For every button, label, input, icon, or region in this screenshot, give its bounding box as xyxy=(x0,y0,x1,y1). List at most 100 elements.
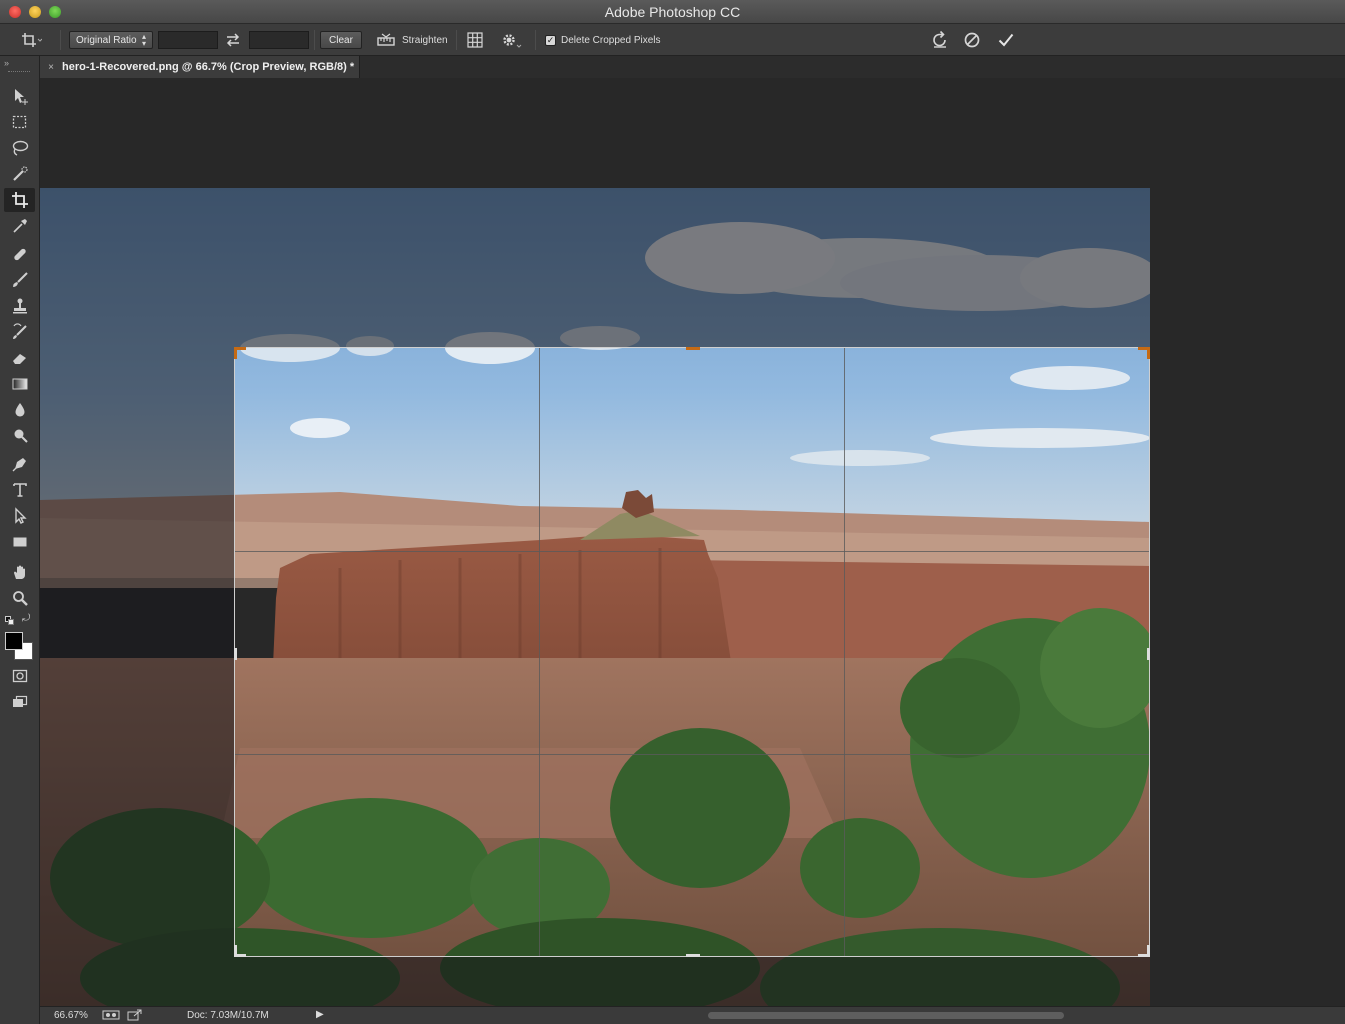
pen-tool[interactable] xyxy=(4,452,35,476)
straighten-icon xyxy=(377,33,395,46)
document-tab[interactable]: × hero-1-Recovered.png @ 66.7% (Crop Pre… xyxy=(40,56,360,78)
delete-cropped-pixels-checkbox[interactable]: ✓ Delete Cropped Pixels xyxy=(545,30,661,50)
crop-grid-line xyxy=(844,348,845,956)
width-field[interactable] xyxy=(158,31,218,49)
type-tool[interactable] xyxy=(4,478,35,502)
document-tab-bar: × hero-1-Recovered.png @ 66.7% (Crop Pre… xyxy=(40,56,1345,78)
brush-tool[interactable] xyxy=(4,268,35,292)
dodge-tool[interactable] xyxy=(4,424,35,448)
reset-crop-button[interactable] xyxy=(930,30,950,50)
crop-handle-top-left[interactable] xyxy=(234,347,237,359)
share-icon[interactable] xyxy=(126,1009,144,1021)
rectangle-tool[interactable] xyxy=(4,530,35,554)
document-tab-title: hero-1-Recovered.png @ 66.7% (Crop Previ… xyxy=(62,61,355,73)
cancel-crop-button[interactable] xyxy=(962,30,982,50)
crop-handle-top-right[interactable] xyxy=(1147,347,1150,359)
zoom-tool-icon xyxy=(12,591,28,606)
quick-mask-icon xyxy=(12,669,27,683)
crop-grid-line xyxy=(539,348,540,956)
document-image[interactable] xyxy=(40,188,1150,1006)
swap-dimensions-button[interactable] xyxy=(224,30,242,50)
foreground-color-swatch[interactable] xyxy=(5,632,23,650)
zoom-level[interactable]: 66.67% xyxy=(54,1010,88,1021)
close-tab-icon[interactable]: × xyxy=(40,62,62,73)
eraser-tool[interactable] xyxy=(4,346,35,370)
crop-tool[interactable] xyxy=(4,188,35,212)
eyedropper-tool[interactable] xyxy=(4,214,35,238)
gradient-tool-icon xyxy=(12,378,27,390)
blur-tool[interactable] xyxy=(4,398,35,422)
crop-shield-bottom xyxy=(40,957,1150,1006)
panel-grip[interactable] xyxy=(8,71,30,73)
collapse-panel-icon[interactable]: » xyxy=(4,58,9,68)
options-bar: Original Ratio ▴ ▾ Clear Straighten ✓ Del… xyxy=(0,24,1345,56)
gradient-tool[interactable] xyxy=(4,372,35,396)
pen-tool-icon xyxy=(12,458,26,472)
crop-shield-top xyxy=(40,188,1150,347)
eyedropper-tool-icon xyxy=(12,219,27,233)
history-brush-tool-icon xyxy=(12,323,27,339)
clear-button[interactable]: Clear xyxy=(320,31,362,49)
zoom-tool[interactable] xyxy=(4,586,35,610)
commit-crop-button[interactable] xyxy=(996,30,1016,50)
crop-settings-button[interactable] xyxy=(500,30,522,50)
crop-handle-right[interactable] xyxy=(1147,648,1150,660)
height-field[interactable] xyxy=(249,31,309,49)
crop-tool-icon xyxy=(22,33,42,47)
clone-stamp-tool[interactable] xyxy=(4,294,35,318)
crop-handle-bottom[interactable] xyxy=(686,954,700,957)
screen-mode-tool[interactable] xyxy=(4,690,35,714)
document-size-info: Doc: 7.03M/10.7M xyxy=(187,1010,269,1021)
brush-tool-icon xyxy=(12,272,28,287)
crop-tool-icon xyxy=(11,192,28,208)
path-selection-tool[interactable] xyxy=(4,504,35,528)
move-tool-icon xyxy=(14,89,28,105)
blur-tool-icon xyxy=(15,403,24,417)
quick-selection-tool[interactable] xyxy=(4,162,35,186)
title-bar: Adobe Photoshop CC xyxy=(0,0,1345,24)
crop-box[interactable] xyxy=(234,347,1150,957)
healing-brush-tool[interactable] xyxy=(4,242,35,266)
swap-icon xyxy=(226,33,240,47)
commit-check-icon xyxy=(998,33,1014,47)
gear-icon xyxy=(503,34,522,48)
rectangle-tool-icon xyxy=(13,537,26,547)
screen-mode-icon xyxy=(12,695,27,707)
horizontal-scrollbar[interactable] xyxy=(708,1012,1064,1019)
crop-shield-left xyxy=(40,347,234,957)
crop-handle-top[interactable] xyxy=(686,347,700,350)
crop-handle-bottom-left[interactable] xyxy=(234,945,237,957)
crop-grid-line xyxy=(235,754,1149,755)
updown-icon: ▴ ▾ xyxy=(141,32,146,48)
app-title: Adobe Photoshop CC xyxy=(604,4,741,20)
default-colors-icon[interactable] xyxy=(5,616,15,626)
overlay-grid-icon xyxy=(467,32,483,48)
swap-colors-icon[interactable]: ⤾ xyxy=(22,613,30,624)
lasso-tool-icon xyxy=(12,140,28,156)
type-tool-icon xyxy=(12,483,27,497)
clone-stamp-tool-icon xyxy=(12,298,27,314)
crop-handle-bottom-right[interactable] xyxy=(1147,945,1150,957)
crop-handle-left[interactable] xyxy=(234,648,237,660)
document-profile-icon[interactable] xyxy=(102,1009,120,1021)
status-bar: 66.67% Doc: 7.03M/10.7M ▶ xyxy=(40,1006,1345,1024)
move-tool[interactable] xyxy=(4,84,35,108)
status-menu-arrow-icon[interactable]: ▶ xyxy=(316,1009,324,1020)
quick-mask-tool[interactable] xyxy=(4,664,35,688)
ratio-select-value: Original Ratio xyxy=(76,34,137,46)
checkmark-icon: ✓ xyxy=(545,34,556,46)
healing-brush-tool-icon xyxy=(13,248,26,261)
history-brush-tool[interactable] xyxy=(4,320,35,344)
tool-preset-picker[interactable] xyxy=(20,30,42,50)
quick-selection-tool-icon xyxy=(12,166,28,181)
marquee-tool[interactable] xyxy=(4,110,35,134)
hand-tool-icon xyxy=(13,565,25,579)
hand-tool[interactable] xyxy=(4,560,35,584)
overlay-options-button[interactable] xyxy=(466,30,484,50)
canvas-area[interactable] xyxy=(40,78,1345,1006)
ratio-select[interactable]: Original Ratio ▴ ▾ xyxy=(69,31,153,49)
delete-cropped-pixels-label: Delete Cropped Pixels xyxy=(561,34,661,46)
straighten-button[interactable]: Straighten xyxy=(376,30,448,50)
eraser-tool-icon xyxy=(12,354,26,364)
lasso-tool[interactable] xyxy=(4,136,35,160)
